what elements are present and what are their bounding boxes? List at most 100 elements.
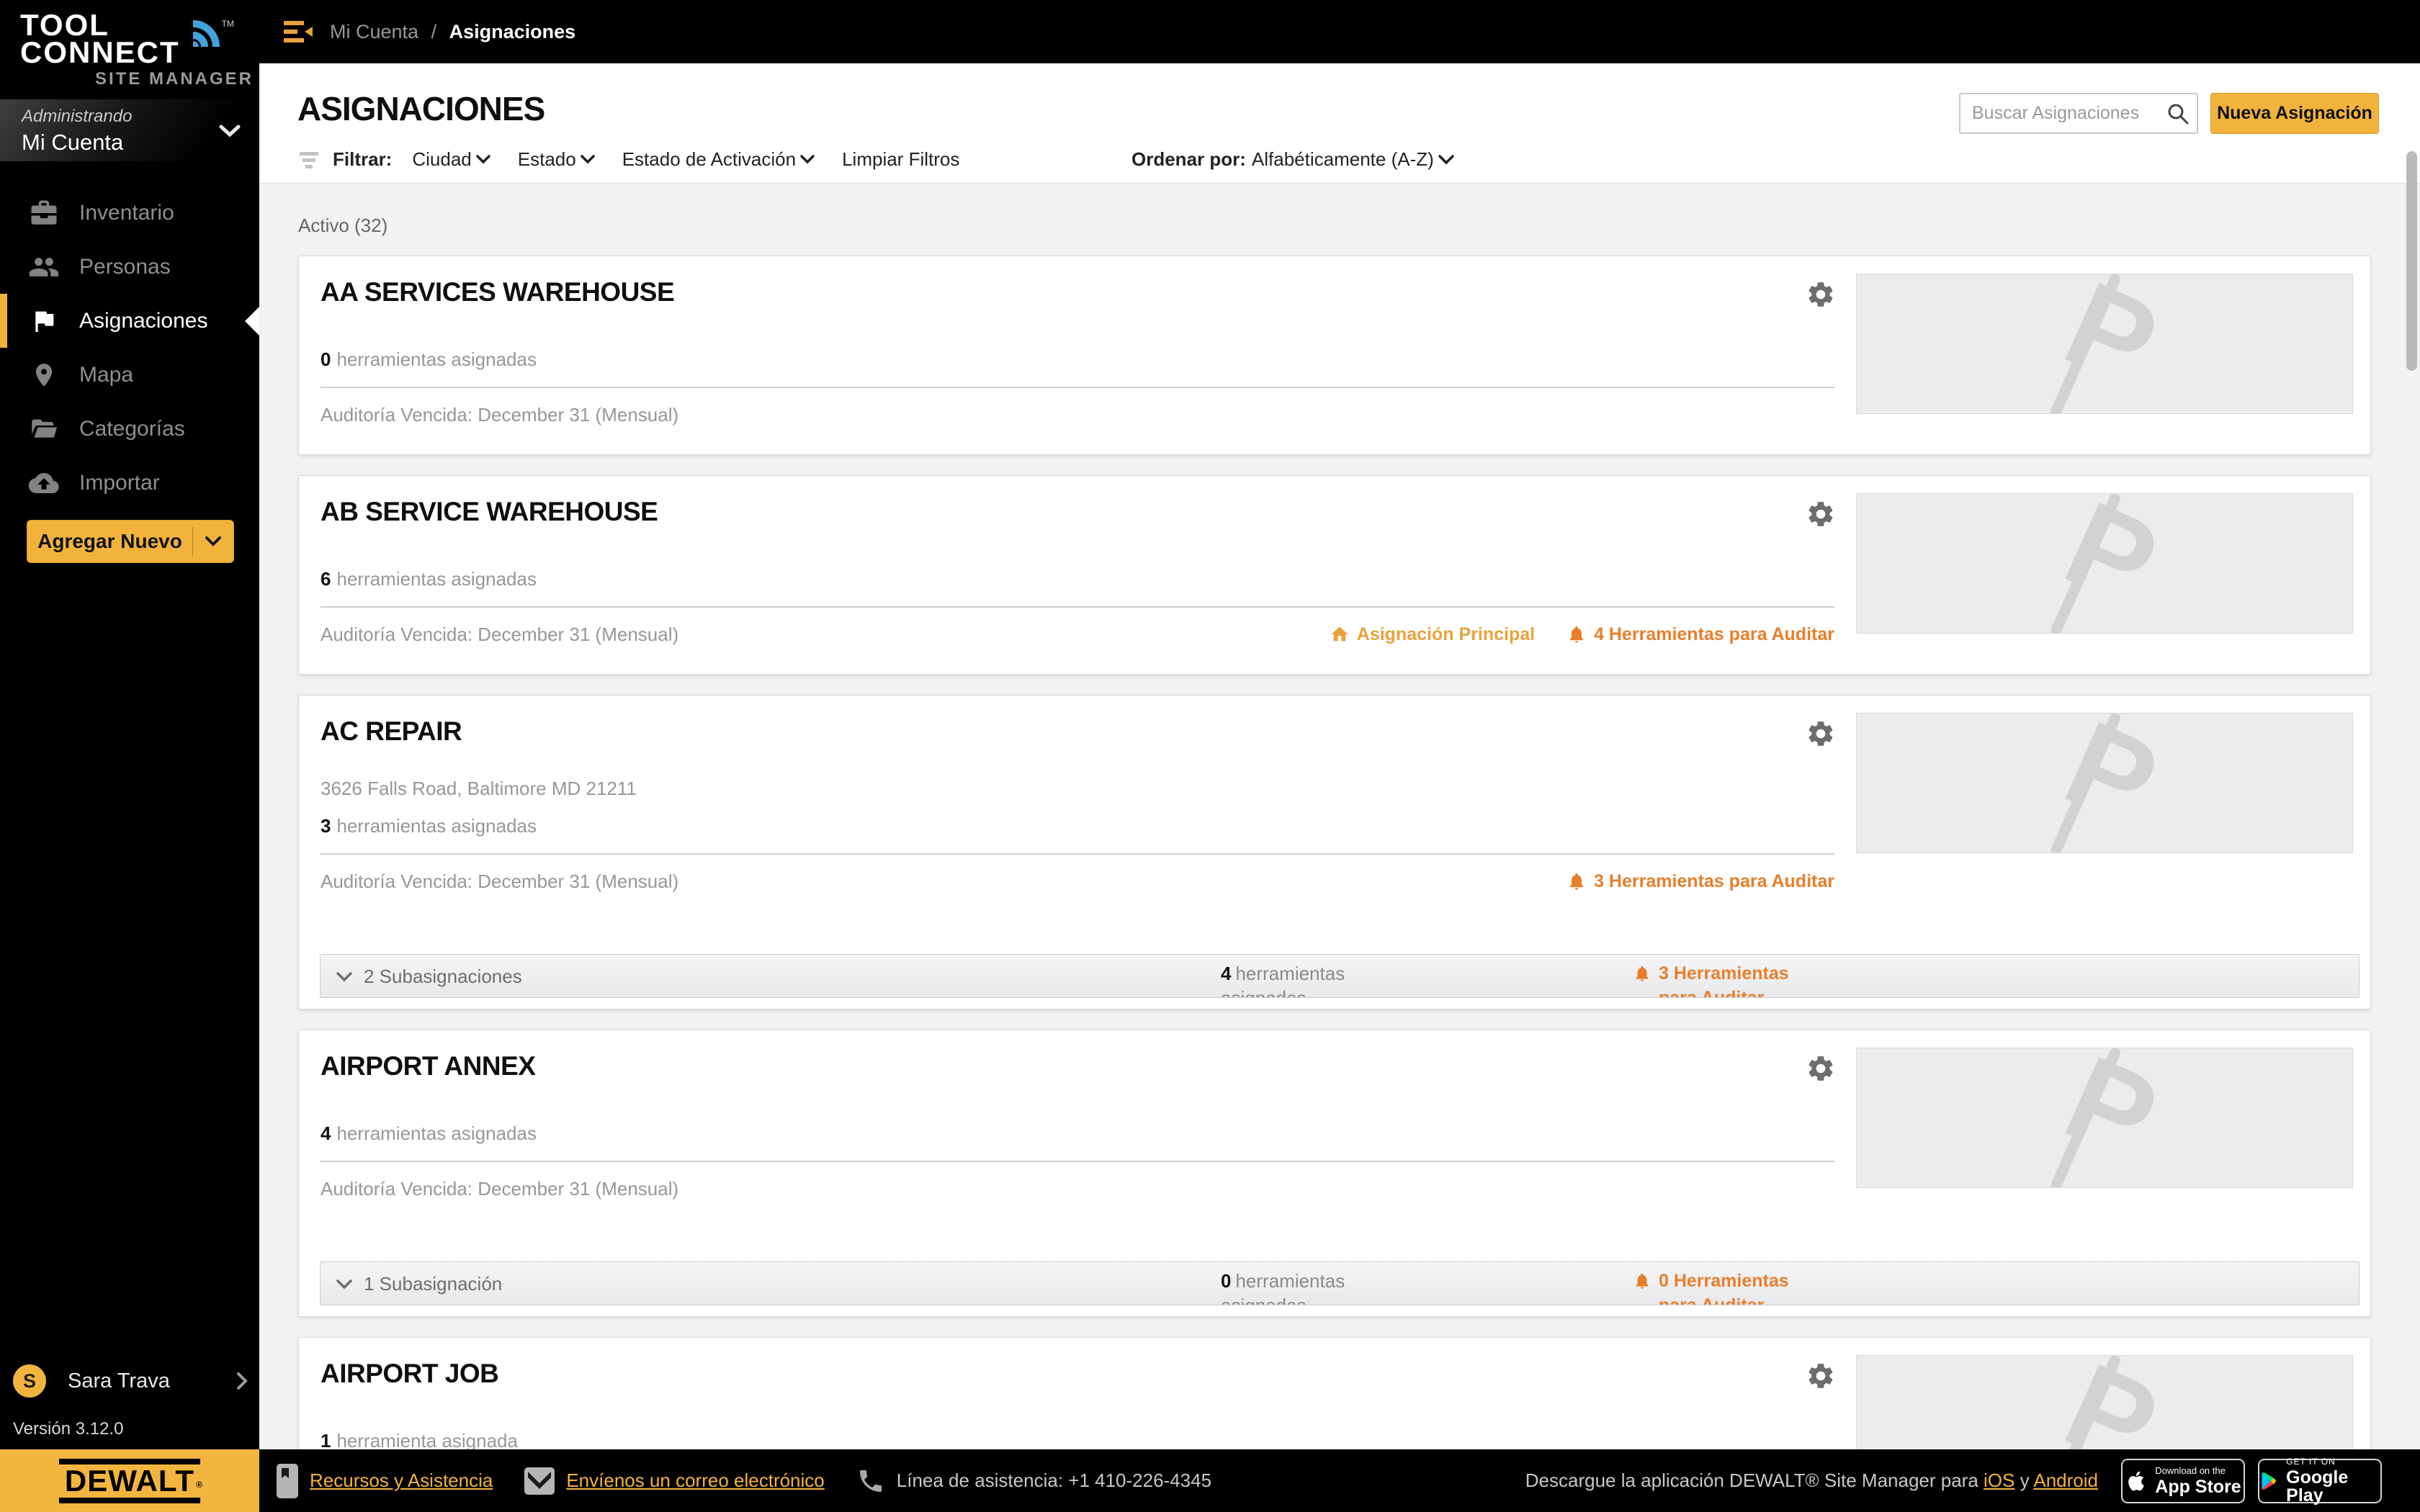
image-placeholder: P — [1856, 713, 2353, 853]
bookmark-icon — [277, 1463, 298, 1498]
app-root: TOOL CONNECT TM SITE MANAGER Administran… — [0, 0, 2420, 1512]
chevron-down-icon[interactable] — [193, 536, 233, 546]
sidebar-item-asignaciones[interactable]: Asignaciones — [0, 294, 259, 348]
filter-state[interactable]: Estado — [518, 148, 595, 171]
breadcrumb-parent[interactable]: Mi Cuenta — [330, 21, 418, 42]
breadcrumb-current: Asignaciones — [449, 20, 576, 42]
chevron-down-icon — [1438, 154, 1454, 164]
assignment-card[interactable]: P AB SERVICE WAREHOUSE 6 herramientas asi… — [298, 475, 2371, 675]
principal-assignment-badge: Asignación Principal — [1330, 624, 1535, 645]
section-label: Activo (32) — [298, 215, 388, 236]
assignment-card[interactable]: P AA SERVICES WAREHOUSE 0 herramientas as… — [298, 256, 2371, 455]
audit-due-label: Auditoría Vencida: December 31 (Mensual) — [321, 404, 679, 426]
image-placeholder: P — [1856, 274, 2353, 414]
subrow-tools-assigned: 0 herramientas asignadas — [1221, 1270, 1345, 1305]
gear-icon[interactable] — [1806, 719, 1836, 749]
sidebar-item-categorias[interactable]: Categorías — [0, 402, 259, 456]
filter-activation-state[interactable]: Estado de Activación — [622, 148, 815, 171]
breadcrumb: Mi Cuenta / Asignaciones — [330, 21, 575, 43]
scrollbar-thumb[interactable] — [2406, 151, 2417, 371]
sort-label: Ordenar por: — [1131, 148, 1246, 170]
tools-to-audit-badge: 4 Herramientas para Auditar — [1567, 624, 1834, 645]
gear-icon[interactable] — [1806, 1361, 1836, 1391]
audit-bell-icon — [1636, 1273, 1649, 1289]
assignment-card[interactable]: P AC REPAIR 3626 Falls Road, Baltimore M… — [298, 695, 2371, 1009]
footer: DEWALT ® Recursos y Asistencia Envíenos u… — [0, 1449, 2420, 1512]
add-new-button[interactable]: Agregar Nuevo — [27, 520, 234, 563]
folder-icon — [27, 415, 60, 444]
sidebar-nav: Inventario Personas Asignaciones Mapa Ca… — [0, 186, 259, 510]
active-notch — [245, 306, 259, 336]
home-icon — [1331, 626, 1348, 642]
no-image-icon: P — [2047, 714, 2176, 852]
chevron-down-icon — [336, 1279, 352, 1289]
assignment-name: AB SERVICE WAREHOUSE — [321, 497, 658, 526]
chevron-down-icon — [476, 155, 490, 164]
android-link[interactable]: Android — [2033, 1470, 2098, 1491]
gear-icon[interactable] — [1806, 499, 1836, 529]
phone-icon — [859, 1470, 882, 1492]
logo-line2: CONNECT — [20, 35, 180, 69]
sidebar-item-label: Inventario — [79, 200, 174, 225]
ios-link[interactable]: iOS — [1984, 1470, 2015, 1491]
gear-icon[interactable] — [1806, 1053, 1836, 1084]
search-icon[interactable] — [2166, 102, 2190, 125]
assignment-card[interactable]: P AIRPORT ANNEX 4 herramientas asignadas … — [298, 1030, 2371, 1317]
divider — [321, 853, 1834, 855]
account-switcher[interactable]: Administrando Mi Cuenta — [0, 99, 259, 161]
tools-assigned: 6 herramientas asignadas — [321, 568, 537, 590]
download-text: Descargue la aplicación DEWALT® Site Man… — [1525, 1470, 2098, 1491]
account-name: Mi Cuenta — [22, 130, 124, 155]
sidebar-item-importar[interactable]: Importar — [0, 456, 259, 510]
topbar: Mi Cuenta / Asignaciones — [259, 0, 2420, 63]
subassignments-toggle[interactable]: 1 Subasignación — [336, 1262, 502, 1305]
assignment-card[interactable]: P AIRPORT JOB 1 herramienta asignada — [298, 1337, 2371, 1449]
search-input[interactable] — [1959, 93, 2198, 134]
subrow-audit-badge: 3 Herramientas para Auditar — [1633, 961, 1799, 997]
subassignments-row[interactable]: 1 Subasignación 0 herramientas asignadas … — [320, 1261, 2360, 1305]
no-image-icon: P — [2047, 494, 2176, 633]
app-store-badge[interactable]: Download on the App Store — [2121, 1458, 2245, 1503]
tools-assigned: 4 herramientas asignadas — [321, 1122, 537, 1144]
filter-city[interactable]: Ciudad — [412, 148, 490, 171]
logo-tagline: SITE MANAGER — [95, 69, 254, 89]
sidebar-item-mapa[interactable]: Mapa — [0, 348, 259, 402]
chevron-down-icon — [336, 971, 352, 981]
flag-icon — [27, 307, 60, 336]
assignment-address: 3626 Falls Road, Baltimore MD 21211 — [321, 778, 637, 799]
logo-tm: TM — [221, 19, 234, 29]
subassignments-row[interactable]: 2 Subasignaciones 4 herramientas asignada… — [320, 954, 2360, 998]
audit-due-label: Auditoría Vencida: December 31 (Mensual) — [321, 870, 679, 892]
no-image-icon: P — [2047, 274, 2176, 413]
filter-label: Filtrar: — [333, 148, 393, 170]
email-link[interactable]: Envíenos un correo electrónico — [566, 1470, 824, 1492]
avatar: S — [13, 1364, 46, 1398]
tools-assigned: 0 herramientas asignadas — [321, 348, 537, 370]
sidebar-item-inventario[interactable]: Inventario — [0, 186, 259, 240]
sidebar-item-personas[interactable]: Personas — [0, 240, 259, 294]
clear-filters-link[interactable]: Limpiar Filtros — [842, 148, 959, 171]
no-image-icon: P — [2047, 1048, 2176, 1187]
footer-bar: Recursos y Asistencia Envíenos un correo… — [259, 1449, 2420, 1512]
toolconnect-logo: TOOL CONNECT TM SITE MANAGER — [0, 0, 259, 89]
sort-control[interactable]: Ordenar por: Alfabéticamente (A-Z) — [1131, 148, 1454, 171]
new-assignment-button[interactable]: Nueva Asignación — [2210, 93, 2379, 134]
audit-due-label: Auditoría Vencida: December 31 (Mensual) — [321, 1178, 679, 1200]
sidebar-item-label: Categorías — [79, 416, 185, 441]
divider — [321, 1161, 1834, 1162]
google-play-badge[interactable]: GET IT ON Google Play — [2258, 1457, 2382, 1504]
main-content: ASIGNACIONES Nueva Asignación Filtrar: C… — [259, 63, 2420, 1449]
audit-bell-icon — [1636, 966, 1649, 981]
tools-to-audit-badge: 3 Herramientas para Auditar — [1567, 870, 1834, 892]
resources-link[interactable]: Recursos y Asistencia — [310, 1470, 493, 1492]
gear-icon[interactable] — [1806, 279, 1836, 310]
tools-assigned: 3 herramientas asignadas — [321, 815, 537, 837]
search-box — [1959, 93, 2198, 134]
page-header: ASIGNACIONES Nueva Asignación Filtrar: C… — [259, 63, 2420, 184]
collapse-sidebar-icon[interactable] — [284, 19, 314, 44]
subrow-tools-assigned: 4 herramientas asignadas — [1221, 963, 1345, 998]
managing-label: Administrando — [22, 107, 133, 126]
user-menu[interactable]: S Sara Trava — [13, 1364, 259, 1398]
audit-due-label: Auditoría Vencida: December 31 (Mensual) — [321, 624, 679, 645]
subassignments-toggle[interactable]: 2 Subasignaciones — [336, 955, 522, 997]
